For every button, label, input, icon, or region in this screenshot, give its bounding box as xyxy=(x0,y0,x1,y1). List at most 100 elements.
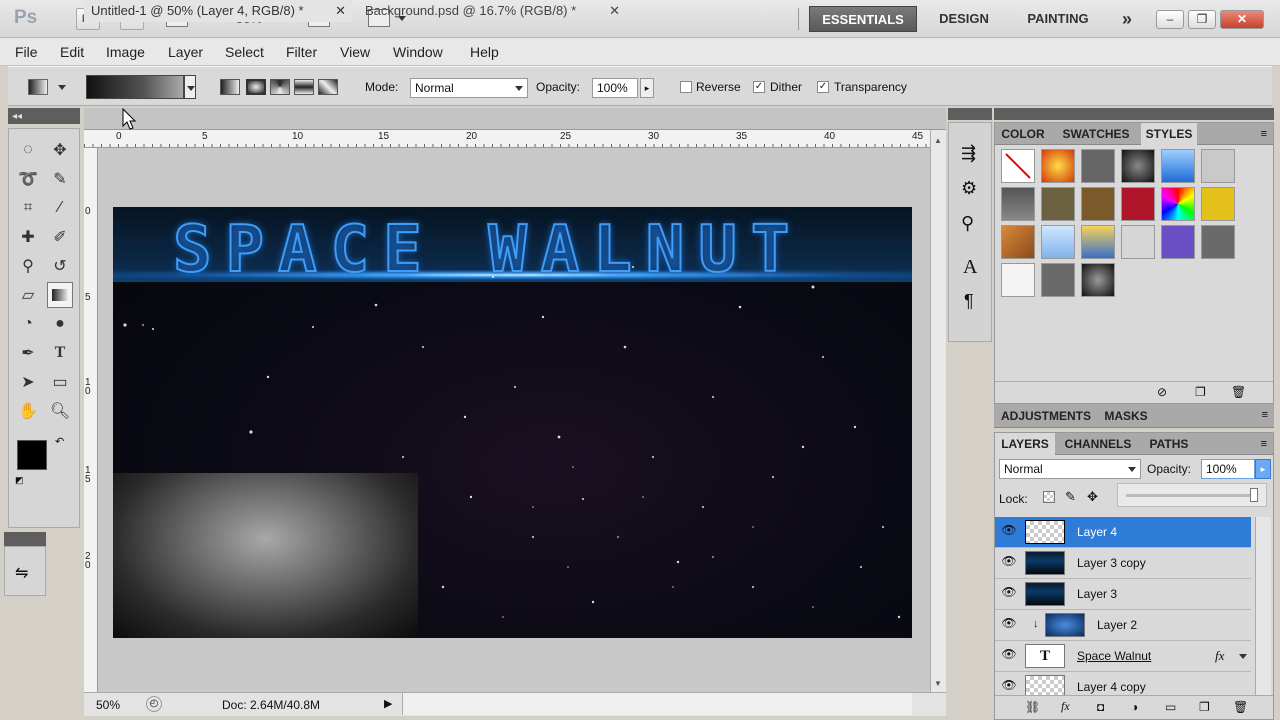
healing-brush-tool-icon[interactable]: ✚ xyxy=(15,224,41,250)
character-panel-icon[interactable]: A xyxy=(963,256,991,279)
style-swatch[interactable] xyxy=(1041,263,1075,297)
gradient-tool-icon[interactable] xyxy=(47,282,73,308)
eye-icon[interactable]: 👁︎ xyxy=(1001,554,1017,570)
path-selection-tool-icon[interactable]: ➤ xyxy=(15,369,41,395)
clear-style-icon[interactable]: ⊘ xyxy=(1157,385,1167,399)
lock-position-icon[interactable]: ✥ xyxy=(1087,489,1098,505)
opacity-input[interactable]: 100% xyxy=(592,78,638,98)
type-tool-icon[interactable]: T xyxy=(47,340,73,366)
opacity-slider-popup[interactable] xyxy=(1117,483,1267,507)
zoom-tool-icon[interactable]: 🔍︎ xyxy=(47,398,73,424)
paragraph-panel-icon[interactable]: ¶ xyxy=(964,291,991,312)
menu-image[interactable]: Image xyxy=(106,44,145,60)
gradient-picker-dropdown[interactable] xyxy=(184,75,196,99)
menu-edit[interactable]: Edit xyxy=(60,44,84,60)
eye-icon[interactable]: 👁︎ xyxy=(1001,523,1017,539)
link-layers-icon[interactable]: ⛓︎ xyxy=(1025,700,1040,714)
menu-layer[interactable]: Layer xyxy=(168,44,203,60)
opacity-slider-thumb[interactable] xyxy=(1250,488,1258,502)
close-tab-icon[interactable]: ✕ xyxy=(609,0,620,22)
layers-scrollbar[interactable] xyxy=(1255,517,1271,697)
new-style-icon[interactable]: ❐ xyxy=(1195,385,1206,399)
tab-paths[interactable]: PATHS xyxy=(1141,433,1197,455)
tab-masks[interactable]: MASKS xyxy=(1098,404,1154,428)
eraser-tool-icon[interactable]: ▱ xyxy=(15,282,41,308)
transparency-checkbox[interactable]: ✓ xyxy=(817,81,829,93)
layer-row-layer-4-copy[interactable]: 👁︎ Layer 4 copy xyxy=(995,672,1251,697)
tab-swatches[interactable]: SWATCHES xyxy=(1053,123,1139,145)
lock-pixels-icon[interactable]: ✎ xyxy=(1065,489,1076,505)
eye-icon[interactable]: 👁︎ xyxy=(1001,616,1017,632)
diamond-gradient-icon[interactable] xyxy=(318,79,338,95)
status-menu-arrow-icon[interactable]: ▶ xyxy=(384,697,392,710)
style-swatch[interactable] xyxy=(1161,187,1195,221)
mini-panel-header[interactable] xyxy=(4,532,46,546)
hand-tool-icon[interactable]: ✋ xyxy=(15,398,41,424)
layer-effects-icon[interactable]: fx xyxy=(1215,648,1224,664)
linear-gradient-icon[interactable] xyxy=(220,79,240,95)
style-swatch[interactable] xyxy=(1121,149,1155,183)
new-adjustment-layer-icon[interactable]: ◑ xyxy=(1131,700,1138,714)
chevron-down-icon[interactable] xyxy=(1239,654,1247,659)
eye-icon[interactable]: 👁︎ xyxy=(1001,678,1017,694)
style-swatch[interactable] xyxy=(1081,225,1115,259)
style-swatch[interactable] xyxy=(1001,263,1035,297)
style-swatch[interactable] xyxy=(1081,187,1115,221)
menu-window[interactable]: Window xyxy=(393,44,443,60)
reverse-checkbox[interactable] xyxy=(680,81,692,93)
workspace-design-button[interactable]: DESIGN xyxy=(926,6,1002,32)
style-swatch[interactable] xyxy=(1041,225,1075,259)
clone-source-panel-icon[interactable]: ⚲ xyxy=(961,213,991,234)
expanded-dock-header[interactable] xyxy=(994,108,1274,120)
document-tab-background[interactable]: Background.psd @ 16.7% (RGB/8) * ✕ xyxy=(358,0,626,22)
style-swatch[interactable] xyxy=(1001,225,1035,259)
layer-opacity-input[interactable]: 100% xyxy=(1201,459,1255,479)
dodge-tool-icon[interactable]: ● xyxy=(47,311,73,337)
lock-transparency-icon[interactable] xyxy=(1043,491,1055,503)
radial-gradient-icon[interactable] xyxy=(246,79,266,95)
style-swatch[interactable] xyxy=(1001,187,1035,221)
layer-row-space-walnut[interactable]: 👁︎ T Space Walnut fx xyxy=(995,641,1251,672)
panel-menu-icon[interactable]: ≡ xyxy=(1261,128,1267,140)
workspace-essentials-button[interactable]: ESSENTIALS xyxy=(809,6,917,32)
brush-tool-icon[interactable]: ✐ xyxy=(47,224,73,250)
actions-panel-icon[interactable]: ⚙ xyxy=(961,178,991,199)
scroll-up-icon[interactable]: ▲ xyxy=(934,136,946,145)
workspace-painting-button[interactable]: PAINTING xyxy=(1012,6,1104,32)
panel-menu-icon[interactable]: ≡ xyxy=(1262,409,1268,421)
tools-panel-header[interactable]: ◂◂ xyxy=(8,108,80,124)
tool-presets-icon[interactable]: ⇋ xyxy=(15,563,45,583)
default-colors-icon[interactable]: ◩ xyxy=(15,475,24,486)
status-options-icon[interactable]: ◴ xyxy=(146,696,162,712)
eye-icon[interactable]: 👁︎ xyxy=(1001,585,1017,601)
scroll-down-icon[interactable]: ▼ xyxy=(934,679,942,688)
eye-icon[interactable]: 👁︎ xyxy=(1001,647,1017,663)
new-group-icon[interactable]: ▭ xyxy=(1165,700,1176,714)
horizontal-scrollbar[interactable] xyxy=(402,693,912,715)
eyedropper-tool-icon[interactable]: ⁄ xyxy=(47,195,73,221)
opacity-slider-button[interactable]: ▸ xyxy=(1255,459,1271,479)
close-tab-icon[interactable]: ✕ xyxy=(335,0,346,22)
menu-file[interactable]: File xyxy=(15,44,38,60)
style-swatch[interactable] xyxy=(1041,149,1075,183)
style-swatch[interactable] xyxy=(1121,187,1155,221)
blur-tool-icon[interactable]: ◔ xyxy=(15,311,41,337)
delete-layer-icon[interactable]: 🗑︎ xyxy=(1233,700,1248,714)
gradient-tool-preset-icon[interactable] xyxy=(28,79,48,95)
menu-view[interactable]: View xyxy=(340,44,370,60)
style-swatch[interactable] xyxy=(1201,187,1235,221)
layer-row-layer-3[interactable]: 👁︎ Layer 3 xyxy=(995,579,1251,610)
history-brush-tool-icon[interactable]: ↺ xyxy=(47,253,73,279)
tab-adjustments[interactable]: ADJUSTMENTS xyxy=(994,404,1098,428)
foreground-color-swatch[interactable] xyxy=(17,440,47,470)
minimize-button[interactable]: – xyxy=(1156,10,1184,29)
history-panel-icon[interactable]: ⇶ xyxy=(961,143,991,164)
layer-row-layer-4[interactable]: 👁︎ Layer 4 xyxy=(995,517,1251,548)
swap-colors-icon[interactable]: ↶ xyxy=(55,435,64,448)
tab-layers[interactable]: LAYERS xyxy=(995,433,1055,455)
reflected-gradient-icon[interactable] xyxy=(294,79,314,95)
document-tab-untitled[interactable]: Untitled-1 @ 50% (Layer 4, RGB/8) * ✕ xyxy=(84,0,352,22)
menu-filter[interactable]: Filter xyxy=(286,44,317,60)
quick-selection-tool-icon[interactable]: ✎ xyxy=(47,166,73,192)
style-swatch[interactable] xyxy=(1161,225,1195,259)
